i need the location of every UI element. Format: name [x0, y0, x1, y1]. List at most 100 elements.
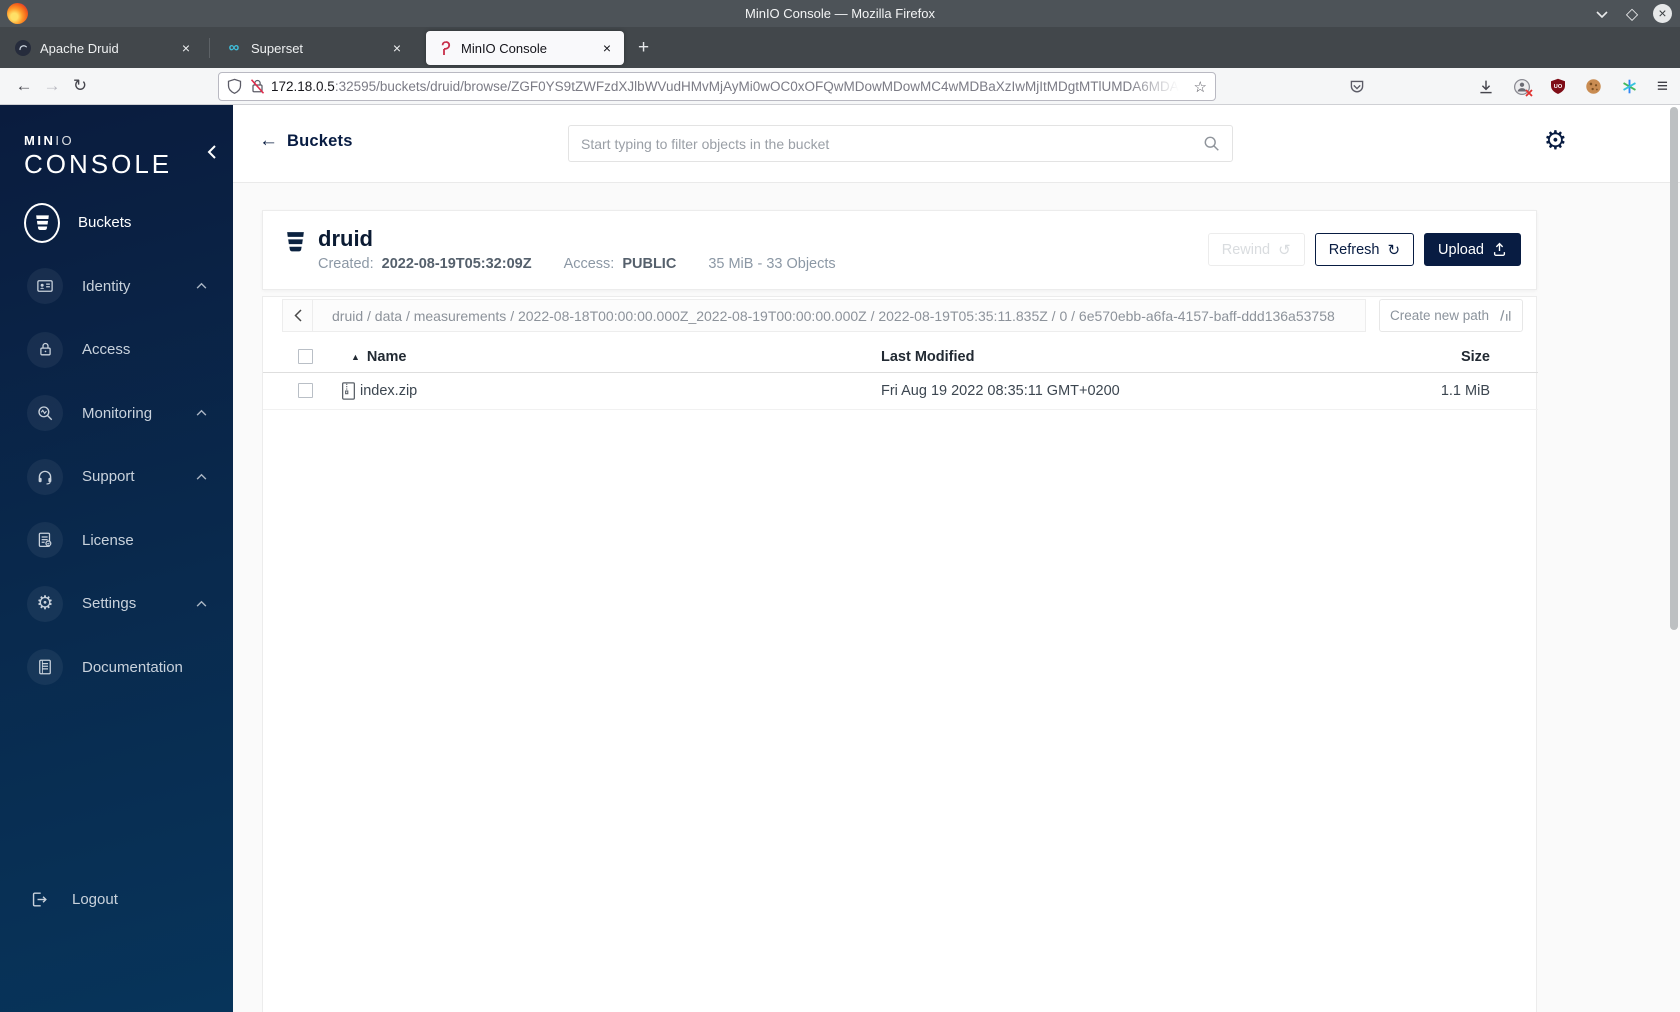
tab-close-icon[interactable]: × [390, 40, 404, 56]
sidebar-item-settings[interactable]: ⚙ Settings [0, 572, 233, 636]
object-browser-panel: druid / data / measurements / 2022-08-18… [262, 296, 1538, 1012]
object-size: 1.1 MiB [1440, 383, 1490, 399]
column-header-name[interactable]: Name [367, 349, 407, 365]
refresh-button[interactable]: Refresh ↻ [1314, 233, 1415, 266]
sidebar-item-identity[interactable]: Identity [0, 255, 233, 319]
rewind-button: Rewind ↺ [1207, 233, 1305, 266]
chevron-up-icon[interactable] [196, 600, 207, 607]
headset-icon [27, 458, 63, 495]
tab-apache-druid[interactable]: Apache Druid × [5, 31, 203, 65]
url-host: 172.18.0.5 [271, 79, 335, 94]
tab-label: Superset [251, 40, 304, 56]
pocket-icon[interactable] [1349, 79, 1365, 95]
table-header-row: ▲ Name Last Modified Size [263, 341, 1538, 373]
breadcrumb-back-button[interactable] [283, 300, 313, 331]
sidebar-item-support[interactable]: Support [0, 445, 233, 509]
minio-flamingo-favicon [436, 40, 452, 56]
id-card-icon [27, 268, 63, 305]
sidebar-item-label: Support [82, 468, 135, 486]
bucket-icon [24, 202, 60, 243]
chevron-up-icon[interactable] [196, 409, 207, 416]
row-checkbox[interactable] [298, 383, 313, 398]
logout-icon [30, 890, 49, 909]
sidebar-item-buckets[interactable]: Buckets [0, 191, 233, 255]
upload-icon [1492, 242, 1507, 257]
created-value: 2022-08-19T05:32:09Z [381, 256, 532, 272]
create-path-icon [1497, 308, 1512, 323]
object-name[interactable]: index.zip [360, 383, 417, 399]
window-close-icon[interactable]: × [1653, 4, 1672, 23]
sidebar-item-documentation[interactable]: Documentation [0, 636, 233, 700]
sidebar-item-label: Identity [82, 277, 131, 295]
chevron-up-icon[interactable] [196, 282, 207, 289]
sidebar-item-license[interactable]: License [0, 509, 233, 573]
create-new-path-button[interactable]: Create new path [1379, 299, 1523, 332]
tab-superset[interactable]: ∞ Superset × [216, 31, 414, 65]
menu-hamburger-icon[interactable]: ≡ [1657, 76, 1668, 98]
nav-back-icon[interactable]: ← [10, 73, 38, 99]
extension-disabled-icon[interactable] [1513, 78, 1533, 97]
padlock-icon [27, 331, 63, 368]
container-asterisk-icon[interactable] [1621, 78, 1638, 95]
select-all-checkbox[interactable] [298, 348, 313, 364]
back-arrow-icon: ← [259, 130, 278, 151]
bucket-name: druid [318, 226, 373, 251]
access-value: PUBLIC [622, 256, 677, 272]
sidebar-item-label: Buckets [78, 214, 132, 232]
sidebar-item-label: Access [82, 341, 131, 359]
window-maximize-icon[interactable]: ◇ [1623, 5, 1641, 23]
downloads-icon[interactable] [1478, 79, 1494, 95]
content-area: druid Created: 2022-08-19T05:32:09Z Acce… [233, 183, 1680, 1012]
window-titlebar: MinIO Console — Mozilla Firefox ◇ × [0, 0, 1680, 27]
sidebar-item-label: Settings [82, 595, 137, 613]
page-scrollbar[interactable] [1670, 107, 1678, 630]
window-title: MinIO Console — Mozilla Firefox [745, 6, 935, 21]
minio-logo: MINIO CONSOLE [24, 133, 173, 179]
zip-file-icon [341, 382, 356, 400]
sidebar-item-logout[interactable]: Logout [0, 868, 233, 931]
apache-druid-favicon [15, 40, 31, 56]
page-header: ← Buckets ⚙ [233, 105, 1680, 183]
license-doc-icon [27, 522, 63, 559]
window-minimize-icon[interactable] [1593, 5, 1611, 23]
superset-favicon: ∞ [228, 39, 240, 56]
url-bar[interactable]: 172.18.0.5:32595/buckets/druid/browse/ZG… [218, 72, 1216, 101]
column-header-size[interactable]: Size [1461, 349, 1490, 365]
tab-close-icon[interactable]: × [600, 40, 614, 56]
bucket-summary-card: druid Created: 2022-08-19T05:32:09Z Acce… [262, 210, 1537, 290]
sidebar-collapse-icon[interactable] [207, 145, 216, 159]
breadcrumb-path[interactable]: druid / data / measurements / 2022-08-18… [313, 300, 1365, 331]
bookmark-star-icon[interactable]: ☆ [1194, 78, 1207, 96]
ublock-origin-icon[interactable]: UO [1550, 78, 1566, 95]
table-row[interactable]: index.zip Fri Aug 19 2022 08:35:11 GMT+0… [263, 373, 1538, 410]
firefox-logo-icon [7, 3, 28, 24]
search-input[interactable] [581, 135, 1203, 152]
breadcrumb-bar: druid / data / measurements / 2022-08-18… [282, 299, 1366, 332]
access-label: Access: [563, 256, 615, 272]
bucket-stats: 35 MiB - 33 Objects [708, 256, 836, 272]
back-to-buckets[interactable]: ← Buckets [259, 130, 353, 152]
cookie-extension-icon[interactable] [1585, 78, 1602, 95]
sort-asc-icon[interactable]: ▲ [351, 352, 360, 362]
tab-minio-console[interactable]: MinIO Console × [426, 31, 624, 65]
column-header-modified[interactable]: Last Modified [881, 349, 974, 365]
nav-reload-icon[interactable]: ↻ [66, 73, 94, 99]
sidebar-item-monitoring[interactable]: Monitoring [0, 382, 233, 446]
new-tab-button[interactable]: + [638, 37, 649, 59]
insecure-lock-icon[interactable] [250, 78, 265, 95]
browser-toolbar: ← → ↻ 172.18.0.5:32595/buckets/druid/bro… [0, 68, 1680, 105]
document-icon [27, 649, 63, 686]
page-title: Buckets [287, 131, 353, 150]
tab-label: Apache Druid [40, 40, 119, 56]
sidebar-item-access[interactable]: Access [0, 318, 233, 382]
tab-close-icon[interactable]: × [179, 40, 193, 56]
svg-text:UO: UO [1554, 84, 1563, 90]
object-filter-searchbox [568, 125, 1233, 162]
upload-button[interactable]: Upload [1424, 233, 1521, 266]
sidebar: MINIO CONSOLE Buckets Identity Access Mo… [0, 105, 233, 1012]
tracking-shield-icon[interactable] [227, 78, 242, 95]
settings-gear-icon[interactable]: ⚙ [1544, 127, 1567, 153]
chevron-up-icon[interactable] [196, 473, 207, 480]
url-text[interactable]: 172.18.0.5:32595/buckets/druid/browse/ZG… [271, 79, 1188, 94]
minio-console-app: MINIO CONSOLE Buckets Identity Access Mo… [0, 105, 1680, 1012]
